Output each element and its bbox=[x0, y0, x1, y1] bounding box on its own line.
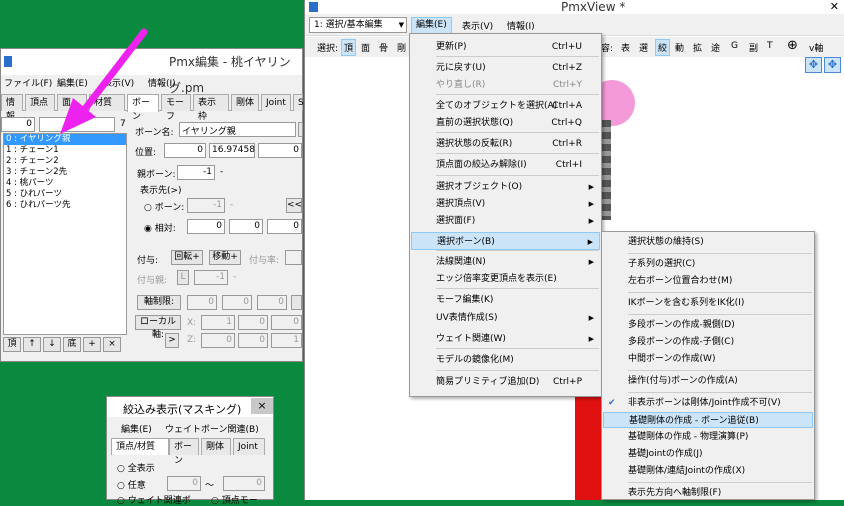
annotation-arrow-icon bbox=[60, 28, 148, 134]
